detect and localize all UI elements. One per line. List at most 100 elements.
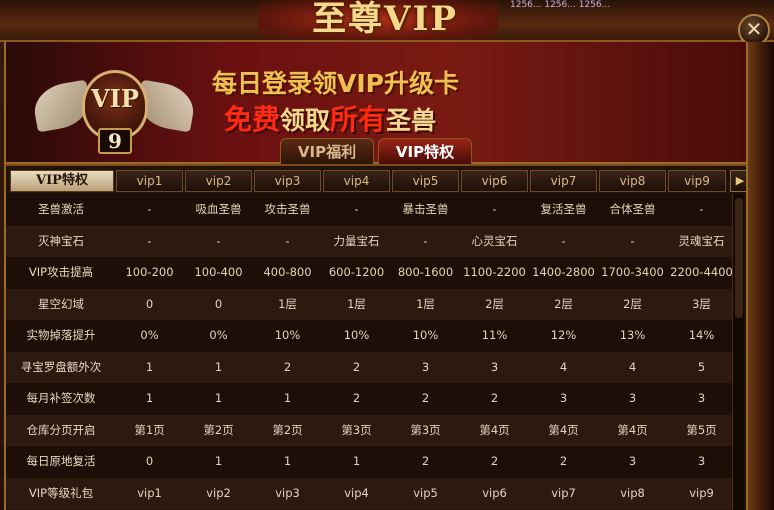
title-decoration-text: 1256... 1256... 1256... [510, 0, 611, 10]
table-cell: 100-200 [125, 265, 174, 279]
table-cell: - [699, 202, 704, 216]
table-cell: vip6 [482, 485, 507, 500]
table-cell: vip2 [206, 485, 231, 500]
table-cell: 0 [145, 454, 154, 468]
table-cell: 3 [628, 454, 637, 468]
vip-badge-text: VIP [91, 84, 139, 113]
table-cell: 400-800 [263, 265, 312, 279]
table-cell: vip1 [137, 485, 162, 500]
table-cell: vip5 [413, 485, 438, 500]
table-cell: 2 [352, 391, 361, 405]
table-cell: 第4页 [479, 422, 510, 437]
table-cell: 第2页 [272, 422, 303, 437]
banner-beast-text: 圣兽 [386, 106, 437, 135]
table-cell: 11% [481, 328, 508, 342]
table-cell: 3 [490, 359, 499, 374]
table-cell: 1 [214, 359, 223, 374]
row-label: VIP等级礼包 [28, 485, 94, 500]
row-label: 寻宝罗盘额外次 [20, 359, 102, 374]
row-label: 实物掉落提升 [26, 328, 96, 342]
table-cell: - [285, 233, 290, 248]
table-cell: 1400-2800 [532, 265, 595, 279]
table-row: VIP攻击提高 100-200 100-400 400-800 600-1200 800-… [6, 257, 734, 289]
scrollbar-thumb[interactable] [735, 198, 743, 318]
header-vip8[interactable]: vip8 [599, 170, 666, 192]
tab-vip-privileges[interactable]: VIP特权 [378, 138, 472, 164]
vip-window: 至尊VIP 1256... 1256... 1256... ✕ VIP 9 每日… [0, 0, 774, 510]
table-cell: 600-1200 [328, 265, 385, 279]
table-row: 仓库分页开启 第1页 第2页 第2页 第3页 第3页 第4页 第4页 第4页 第5页 [6, 414, 734, 446]
table-cell: 0% [140, 328, 159, 342]
right-frame-trim [748, 42, 774, 510]
table-cell: - [561, 233, 566, 248]
table-cell: 2层 [554, 296, 573, 311]
table-row: 圣兽激活 - 吸血圣兽 攻击圣兽 - 暴击圣兽 - 复活圣兽 合体圣兽 - [6, 194, 734, 226]
table-cell: - [354, 202, 359, 216]
table-cell: vip4 [344, 485, 369, 500]
table-cell: - [147, 202, 152, 216]
header-vip5[interactable]: vip5 [392, 170, 459, 192]
table-row: 寻宝罗盘额外次 1 1 2 2 3 3 4 4 5 [6, 351, 734, 383]
table-cell: 灵魂宝石 [678, 233, 725, 248]
table-cell: 2 [283, 359, 292, 374]
tab-vip-benefits[interactable]: VIP福利 [280, 138, 374, 164]
table-cell: 0 [214, 296, 223, 311]
table-cell: 1层 [347, 296, 366, 311]
table-cell: 14% [688, 328, 715, 342]
table-cell: 第5页 [686, 422, 717, 437]
table-cell: 第2页 [203, 422, 234, 437]
row-label: VIP攻击提高 [28, 265, 94, 279]
table-cell: 4 [559, 359, 568, 374]
header-vip4[interactable]: vip4 [323, 170, 390, 192]
table-cell: 1层 [416, 296, 435, 311]
table-cell: 10% [412, 328, 439, 342]
table-cell: 1 [283, 391, 292, 405]
table-cell: 2 [490, 454, 499, 468]
header-vip9[interactable]: vip9 [668, 170, 726, 192]
table-cell: - [216, 233, 221, 248]
tab-strip: VIP福利 VIP特权 [280, 138, 476, 166]
header-vip1[interactable]: vip1 [116, 170, 183, 192]
row-label: 星空幻域 [38, 296, 84, 311]
table-cell: - [492, 202, 497, 216]
row-label: 每月补签次数 [26, 391, 96, 405]
table-cell: 5 [697, 359, 706, 374]
table-cell: 第1页 [134, 422, 165, 437]
table-cell: 1层 [278, 296, 297, 311]
table-cell: vip7 [551, 485, 576, 500]
header-vip3[interactable]: vip3 [254, 170, 321, 192]
table-cell: 吸血圣兽 [195, 202, 242, 216]
table-cell: 10% [274, 328, 301, 342]
table-cell: 第4页 [548, 422, 579, 437]
next-page-arrow-icon[interactable]: ▶ [730, 170, 746, 192]
table-cell: 第3页 [341, 422, 372, 437]
table-row: 灭神宝石 - - - 力量宝石 - 心灵宝石 - - 灵魂宝石 [6, 225, 734, 257]
banner-all-text: 所有 [330, 103, 387, 136]
banner-subline: 免费领取所有圣兽 [224, 98, 584, 138]
vip-level-number: 9 [98, 128, 132, 154]
header-vip6[interactable]: vip6 [461, 170, 528, 192]
table-cell: 1 [145, 359, 154, 374]
table-cell: 1 [145, 391, 154, 405]
table-cell: 100-400 [194, 265, 243, 279]
table-cell: - [630, 233, 635, 248]
table-cell: - [147, 233, 152, 248]
table-cell: 1 [214, 454, 223, 468]
table-cell: 第4页 [617, 422, 648, 437]
row-label: 仓库分页开启 [26, 422, 96, 437]
table-cell: 4 [628, 359, 637, 374]
header-vip7[interactable]: vip7 [530, 170, 597, 192]
header-privilege: VIP特权 [10, 170, 114, 192]
header-vip2[interactable]: vip2 [185, 170, 252, 192]
table-cell: 2层 [485, 296, 504, 311]
vip-emblem: VIP 9 [30, 62, 198, 172]
row-label: 圣兽激活 [38, 202, 84, 216]
title-bar: 至尊VIP 1256... 1256... 1256... [0, 0, 774, 42]
table-cell: 0 [145, 296, 154, 311]
banner-headline: 每日登录领VIP升级卡 [212, 69, 459, 98]
table-cell: 2 [421, 454, 430, 468]
table-scrollbar[interactable] [732, 194, 744, 510]
row-label: 每日原地复活 [26, 454, 96, 468]
table-cell: 力量宝石 [333, 233, 380, 248]
table-cell: 3 [628, 391, 637, 405]
